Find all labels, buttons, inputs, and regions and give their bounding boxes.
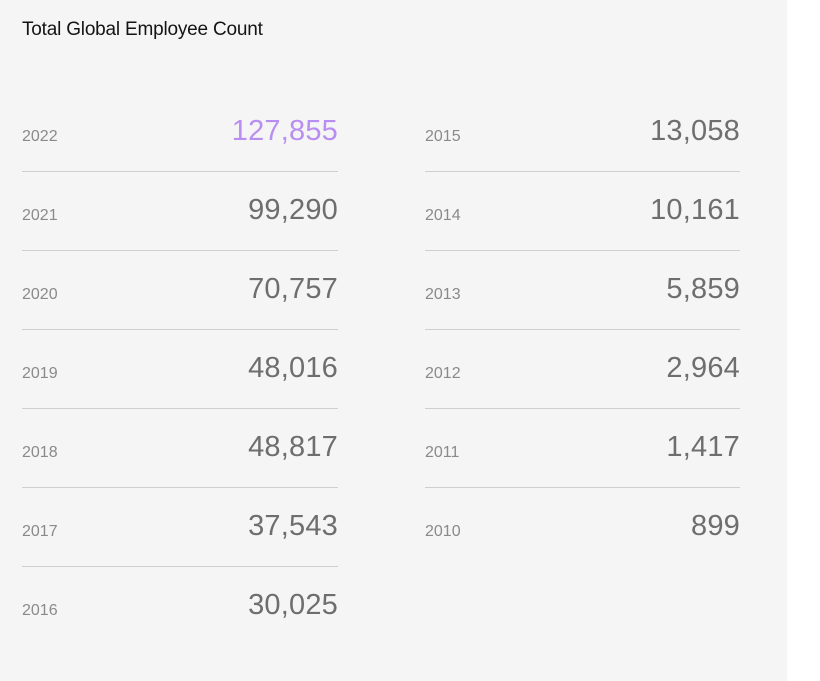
table-row: 2020 70,757: [22, 251, 338, 330]
table-row: 2016 30,025: [22, 567, 338, 646]
employee-count-value: 5,859: [666, 273, 740, 305]
year-label: 2016: [22, 602, 58, 619]
employee-count-value: 10,161: [650, 194, 740, 226]
year-label: 2010: [425, 523, 461, 540]
employee-count-value: 48,817: [248, 431, 338, 463]
table-column-right: 2015 13,058 2014 10,161 2013 5,859 2012 2,964 20…: [425, 93, 740, 567]
table-row: 2017 37,543: [22, 488, 338, 567]
employee-count-value: 30,025: [248, 589, 338, 621]
employee-count-value: 127,855: [231, 115, 338, 147]
employee-count-value: 13,058: [650, 115, 740, 147]
year-label: 2014: [425, 207, 461, 224]
table-row: 2022 127,855: [22, 93, 338, 172]
year-label: 2022: [22, 128, 58, 145]
employee-count-value: 899: [691, 510, 740, 542]
chart-title: Total Global Employee Count: [22, 19, 263, 40]
employee-count-panel: Total Global Employee Count 2022 127,855 2…: [0, 0, 787, 681]
table-row: 2010 899: [425, 488, 740, 567]
employee-count-value: 37,543: [248, 510, 338, 542]
year-label: 2020: [22, 286, 58, 303]
year-label: 2021: [22, 207, 58, 224]
year-label: 2019: [22, 365, 58, 382]
employee-count-value: 1,417: [666, 431, 740, 463]
table-row: 2011 1,417: [425, 409, 740, 488]
table-row: 2014 10,161: [425, 172, 740, 251]
table-row: 2019 48,016: [22, 330, 338, 409]
year-label: 2013: [425, 286, 461, 303]
table-row: 2018 48,817: [22, 409, 338, 488]
table-row: 2015 13,058: [425, 93, 740, 172]
employee-count-value: 70,757: [248, 273, 338, 305]
table-row: 2013 5,859: [425, 251, 740, 330]
table-row: 2012 2,964: [425, 330, 740, 409]
year-label: 2017: [22, 523, 58, 540]
year-label: 2011: [425, 444, 460, 461]
employee-count-value: 99,290: [248, 194, 338, 226]
employee-count-value: 48,016: [248, 352, 338, 384]
year-label: 2015: [425, 128, 461, 145]
table-row: 2021 99,290: [22, 172, 338, 251]
employee-count-value: 2,964: [666, 352, 740, 384]
table-column-left: 2022 127,855 2021 99,290 2020 70,757 2019 48,01…: [22, 93, 338, 646]
year-label: 2018: [22, 444, 58, 461]
year-label: 2012: [425, 365, 461, 382]
